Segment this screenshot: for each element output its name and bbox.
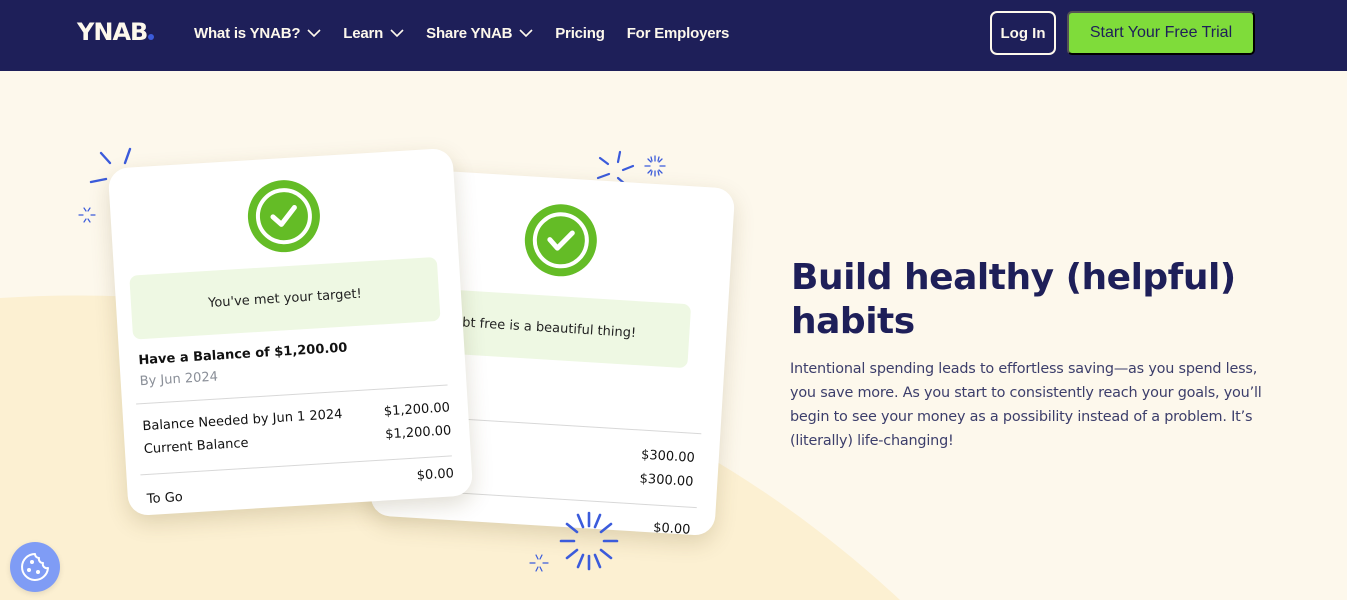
card-subtitle: By Jun 2024 [139, 369, 219, 390]
sparkle-icon [78, 207, 96, 223]
nav-link-label: Share YNAB [426, 24, 513, 42]
row-label: Balance Needed by Jun 1 2024 [142, 406, 343, 435]
sparkle-icon [559, 511, 619, 571]
nav-link-label: For Employers [626, 24, 730, 42]
login-button[interactable]: Log In [990, 11, 1056, 55]
nav-pricing[interactable]: Pricing [555, 24, 605, 42]
nav-share-ynab[interactable]: Share YNAB [426, 25, 533, 42]
nav-links: What is YNAB? Learn Share YNAB Pricing F… [194, 0, 729, 66]
cookie-settings-button[interactable] [10, 542, 60, 592]
ynab-logo[interactable]: YNAB [77, 18, 155, 46]
chevron-down-icon [307, 29, 321, 38]
card-banner: You've met your target! [129, 256, 441, 340]
hero-body: Intentional spending leads to effortless… [790, 361, 1262, 449]
row-value: $1,200.00 [383, 400, 451, 420]
card-title: Have a Balance of $1,200.00 [138, 340, 348, 369]
total-value: $0.00 [416, 466, 455, 484]
logo-dot [148, 34, 155, 40]
nav-link-label: Learn [343, 24, 384, 42]
nav-what-is-ynab[interactable]: What is YNAB? [194, 25, 321, 42]
divider [136, 384, 448, 405]
chevron-down-icon [519, 29, 533, 38]
row-label: Current Balance [143, 435, 249, 458]
row-value: $300.00 [640, 447, 696, 466]
start-free-trial-button[interactable]: Start Your Free Trial [1067, 11, 1255, 55]
target-met-card: You've met your target! Have a Balance o… [107, 147, 474, 517]
nav-for-employers[interactable]: For Employers [626, 24, 730, 42]
chevron-down-icon [390, 29, 404, 38]
total-label: To Go [146, 489, 184, 508]
row-value: $300.00 [639, 471, 694, 490]
divider [140, 455, 452, 476]
nav-learn[interactable]: Learn [343, 25, 404, 42]
check-circle-icon [522, 202, 599, 279]
hero-headline: Build healthy (helpful) habits [791, 257, 1236, 342]
row-value: $1,200.00 [384, 423, 452, 443]
cookie-icon [21, 553, 49, 581]
check-circle-icon [245, 178, 323, 255]
sparkle-icon [529, 554, 549, 572]
sparkle-icon [644, 155, 666, 177]
nav-link-label: Pricing [555, 24, 605, 42]
nav-link-label: What is YNAB? [194, 24, 301, 42]
top-navbar: YNAB What is YNAB? Learn Share YNAB Pric… [0, 0, 1347, 71]
